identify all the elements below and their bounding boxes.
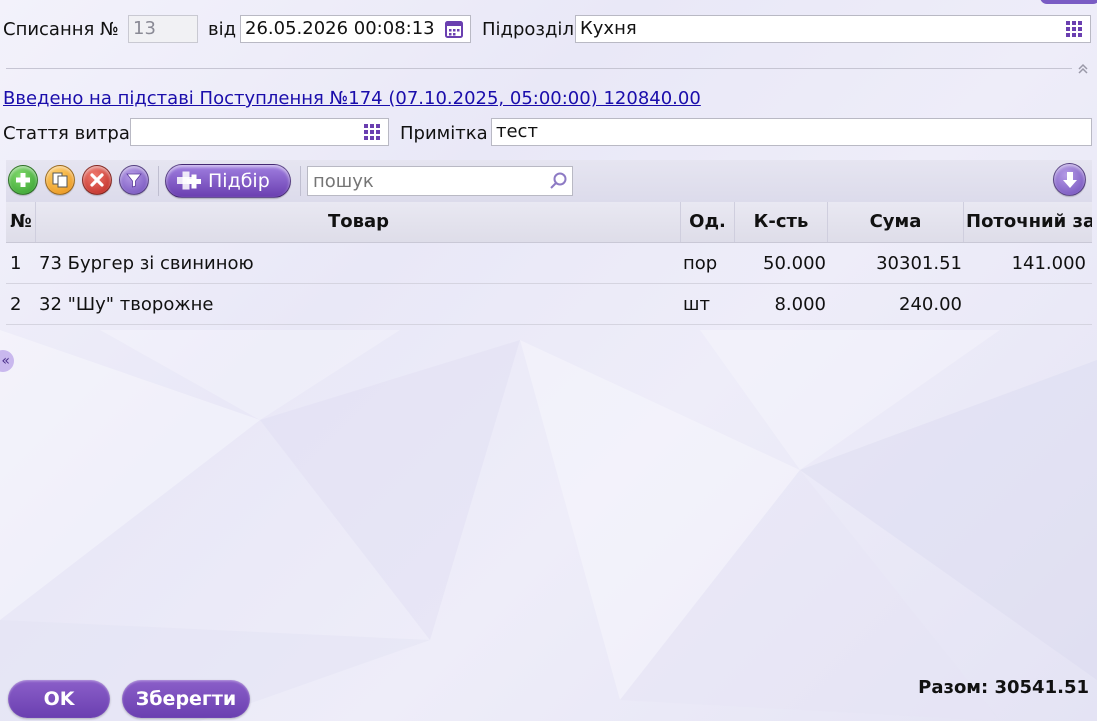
col-header-product[interactable]: Товар (37, 202, 681, 242)
grid-select-icon[interactable] (1062, 16, 1086, 42)
department-value: Кухня (580, 18, 637, 39)
cell-num: 2 (10, 294, 22, 315)
col-header-sum[interactable]: Сума (828, 202, 964, 242)
cell-product: 73 Бургер зі свининою (39, 253, 254, 274)
cell-qty: 50.000 (763, 253, 826, 274)
plus-icon (16, 173, 30, 187)
note-field[interactable]: тест (491, 118, 1092, 146)
filter-icon (126, 173, 142, 188)
arrow-down-icon (1062, 171, 1077, 188)
collapse-up-icon[interactable] (1076, 60, 1090, 74)
toolbar-separator (158, 166, 159, 196)
pick-plus-icon (177, 171, 201, 190)
col-header-unit[interactable]: Од. (681, 202, 735, 242)
cell-qty: 8.000 (774, 294, 826, 315)
cell-unit: пор (683, 253, 718, 274)
filter-button[interactable] (119, 165, 149, 195)
search-icon[interactable] (548, 171, 568, 196)
col-header-qty[interactable]: К-сть (735, 202, 828, 242)
delete-row-button[interactable] (82, 165, 112, 195)
cell-num: 1 (10, 253, 22, 274)
doc-number-label: Списання № (3, 19, 119, 40)
cell-product: 32 "Шу" творожне (39, 294, 214, 315)
copy-row-button[interactable] (45, 165, 75, 195)
cell-current (964, 284, 1086, 324)
copy-icon (52, 172, 68, 188)
cell-unit: шт (683, 294, 710, 315)
search-input[interactable] (308, 167, 548, 195)
save-button[interactable]: Зберегти (122, 680, 250, 718)
toolbar-separator (300, 166, 301, 196)
expense-field[interactable] (130, 118, 389, 146)
cell-sum: 240.00 (899, 294, 962, 315)
date-label: від (208, 19, 237, 40)
note-label: Примітка (400, 123, 488, 144)
ok-button[interactable]: OK (8, 680, 110, 718)
cell-sum: 30301.51 (876, 253, 962, 274)
grid-select-icon[interactable] (360, 119, 384, 145)
add-row-button[interactable] (8, 165, 38, 195)
basis-document-link[interactable]: Введено на підставі Поступлення №174 (07… (3, 87, 701, 111)
search-box[interactable] (307, 166, 573, 196)
pick-button[interactable]: Підбір (165, 164, 291, 198)
download-button[interactable] (1053, 163, 1086, 196)
doc-number-field: 13 (128, 15, 198, 43)
close-icon (90, 173, 104, 187)
date-value: 26.05.2026 00:08:13 (245, 18, 435, 39)
header-divider (6, 68, 1072, 69)
table-row[interactable]: 2 32 "Шу" творожне шт 8.000 240.00 (6, 284, 1092, 325)
expense-label: Стаття витрат (3, 123, 141, 144)
department-label: Підрозділ (482, 19, 574, 40)
double-chevron-left-icon: « (1, 353, 10, 369)
cell-current: 141.000 (1011, 253, 1086, 274)
table-row[interactable]: 1 73 Бургер зі свининою пор 50.000 30301… (6, 243, 1092, 284)
col-header-num[interactable]: № (6, 202, 36, 242)
department-field[interactable]: Кухня (575, 15, 1091, 43)
pick-button-label: Підбір (208, 170, 270, 192)
calendar-icon[interactable] (442, 16, 466, 42)
date-field[interactable]: 26.05.2026 00:08:13 (240, 15, 471, 43)
col-header-current[interactable]: Поточний за (964, 202, 1092, 242)
window-corner-tab (1040, 0, 1097, 4)
total-sum: Разом: 30541.51 (918, 677, 1089, 698)
table-header: № Товар Од. К-сть Сума Поточний за (6, 202, 1092, 243)
